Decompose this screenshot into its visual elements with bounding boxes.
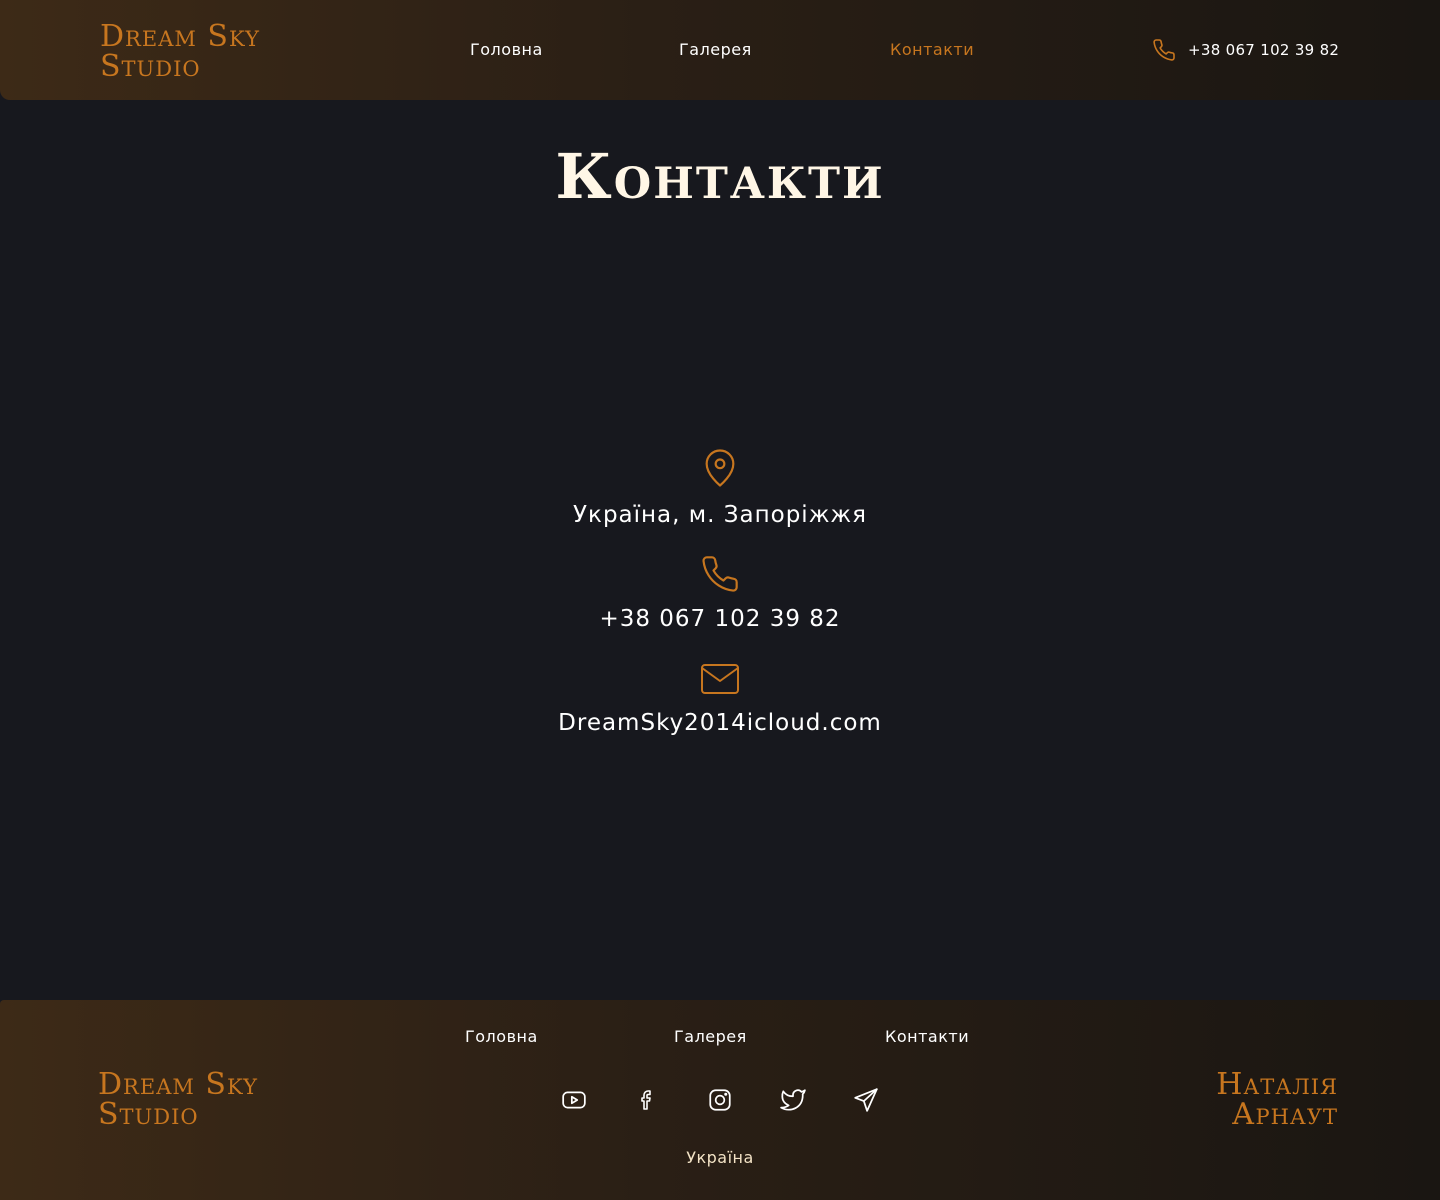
footer-country: Україна (686, 1148, 754, 1167)
phone-icon (702, 556, 738, 592)
youtube-icon[interactable] (560, 1086, 588, 1114)
nav-link-home[interactable]: Головна (470, 40, 543, 59)
logo-line-2: Studio (100, 49, 201, 84)
author-first-name: Наталія (1216, 1067, 1338, 1102)
footer-nav-link-contacts[interactable]: Контакти (885, 1027, 969, 1046)
footer-nav-link-gallery[interactable]: Галерея (674, 1027, 747, 1046)
nav-link-gallery[interactable]: Галерея (679, 40, 752, 59)
email-block: DreamSky2014icloud.com (0, 660, 1440, 736)
logo-line-1: Dream Sky (100, 19, 260, 54)
header-phone[interactable]: +38 067 102 39 82 (1152, 36, 1339, 64)
twitter-icon[interactable] (779, 1086, 807, 1114)
telegram-icon[interactable] (852, 1086, 880, 1114)
phone-icon (1153, 39, 1175, 61)
header-phone-number: +38 067 102 39 82 (1188, 41, 1340, 59)
address-block: Україна, м. Запоріжжя (0, 446, 1440, 528)
header-logo[interactable]: Dream Sky Studio (100, 22, 260, 82)
site-header: Dream Sky Studio Головна Галерея Контакт… (0, 0, 1440, 100)
author-last-name: Арнаут (1231, 1097, 1338, 1132)
site-footer: Dream Sky Studio Головна Галерея Контакт… (0, 1000, 1440, 1200)
author-name: Наталія Арнаут (1216, 1070, 1338, 1130)
map-pin-icon (705, 449, 735, 487)
nav-link-contacts[interactable]: Контакти (890, 40, 974, 59)
phone-block: +38 067 102 39 82 (0, 554, 1440, 632)
phone-text[interactable]: +38 067 102 39 82 (599, 606, 840, 632)
address-text: Україна, м. Запоріжжя (573, 502, 867, 528)
instagram-icon[interactable] (706, 1086, 734, 1114)
facebook-icon[interactable] (633, 1086, 661, 1114)
mail-icon (701, 664, 739, 694)
footer-nav-link-home[interactable]: Головна (465, 1027, 538, 1046)
email-text[interactable]: DreamSky2014icloud.com (558, 710, 882, 736)
page-title: Контакти (555, 140, 885, 213)
